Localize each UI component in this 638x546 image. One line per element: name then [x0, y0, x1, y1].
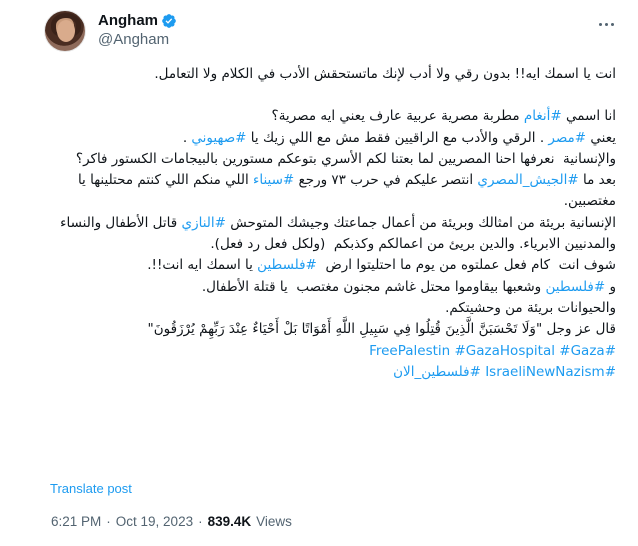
meta-separator: ·	[106, 514, 111, 529]
tweet-text-segment: مطربة مصرية عربية عارف يعني ايه مصرية؟	[271, 108, 524, 125]
tweet-paragraph: والحيوانات بريئة من وحشيتكم.	[44, 298, 616, 319]
hashtag-link[interactable]: #صهيوني	[191, 130, 246, 146]
hashtag-link[interactable]: #فلسطين	[545, 279, 605, 295]
tweet-text-segment: الإنسانية بريئة من امثالك وبريئة من أعما…	[225, 214, 616, 231]
tweet-paragraph: بعد ما #الجيش_المصري انتصر عليكم في حرب …	[44, 170, 616, 213]
views-label: Views	[256, 514, 292, 529]
tweet-text-segment: . الرقي والأدب مع الراقيين فقط مش مع الل…	[246, 129, 549, 146]
views-count: 839.4K	[207, 514, 252, 529]
hashtag-link[interactable]: #فلسطين	[257, 257, 317, 273]
avatar[interactable]	[44, 10, 86, 52]
tweet-text-segment: بعد ما	[578, 172, 616, 189]
tweet-text-segment: وشعبها بيقاوموا محتل غاشم مجنون مغتصب يا…	[201, 278, 546, 295]
tweet-header: Angham @Angham	[44, 10, 624, 54]
tweet-meta: 6:21 PM · Oct 19, 2023 · 839.4K Views	[51, 514, 292, 529]
tweet-paragraph: قال عز وجل "وَلَا تَحْسَبَنَّ الَّذِينَ …	[44, 319, 616, 340]
tweet-text-segment: والحيوانات بريئة من وحشيتكم.	[445, 299, 616, 316]
meta-separator: ·	[198, 514, 203, 529]
tweet-time[interactable]: 6:21 PM	[51, 514, 101, 529]
translate-post-link[interactable]: Translate post	[50, 481, 132, 496]
hashtag-link[interactable]: #سيناء	[253, 172, 294, 188]
tweet-text-segment: قال عز وجل "وَلَا تَحْسَبَنَّ الَّذِينَ …	[147, 321, 616, 338]
author-handle[interactable]: @Angham	[98, 31, 177, 48]
hashtag-link[interactable]: #أنغام	[524, 108, 562, 124]
tweet-date[interactable]: Oct 19, 2023	[116, 514, 193, 529]
tweet-text-segment: يا اسمك ايه انت!!.	[147, 257, 258, 274]
verified-badge-icon	[162, 13, 176, 28]
tweet-paragraph: انا اسمي #أنغام مطربة مصرية عربية عارف ي…	[44, 106, 616, 127]
avatar-face	[57, 20, 75, 42]
tweet-paragraph: والإنسانية نعرفها احنا المصريين لما بعتن…	[44, 149, 616, 170]
name-row: Angham	[98, 12, 177, 29]
hashtag-link[interactable]: #النازي	[182, 215, 226, 231]
tweet-paragraph: #FreePalestin #GazaHospital #Gaza	[44, 341, 616, 362]
display-name[interactable]: Angham	[98, 12, 158, 29]
tweet-text-segment: يعني	[586, 129, 616, 146]
tweet-paragraph: يعني #مصر . الرقي والأدب مع الراقيين فقط…	[44, 128, 616, 149]
tweet-text-segment: انا اسمي	[561, 108, 616, 125]
tweet-paragraph: الإنسانية بريئة من امثالك وبريئة من أعما…	[44, 213, 616, 256]
tweet-text-segment: و	[605, 278, 616, 295]
hashtag-link[interactable]: #الجيش_المصري	[477, 172, 578, 188]
hashtag-link[interactable]: #FreePalestin #GazaHospital #Gaza	[369, 343, 616, 359]
tweet-paragraph: شوف انت كام فعل عملتوه من يوم ما احتليتو…	[44, 255, 616, 276]
tweet-paragraph: #IsraeliNewNazism #فلسطين_الان	[44, 362, 616, 383]
tweet-paragraph: انت يا اسمك ايه!! بدون رقي ولا أدب لإنك …	[44, 64, 616, 85]
tweet-text-segment: والإنسانية نعرفها احنا المصريين لما بعتن…	[75, 150, 616, 167]
more-options-icon[interactable]	[596, 14, 616, 34]
tweet-text-segment: انت يا اسمك ايه!! بدون رقي ولا أدب لإنك …	[154, 66, 616, 82]
hashtag-link[interactable]: #مصر	[548, 130, 586, 146]
author-names: Angham @Angham	[98, 12, 177, 48]
tweet-text: انت يا اسمك ايه!! بدون رقي ولا أدب لإنك …	[44, 64, 616, 383]
tweet-text-segment: انتصر عليكم في حرب ٧٣ ورجع	[294, 172, 478, 189]
tweet-text-segment: شوف انت كام فعل عملتوه من يوم ما احتليتو…	[316, 257, 616, 274]
tweet: Angham @Angham انت يا اسمك ايه!! بدون رق…	[0, 0, 638, 546]
tweet-paragraph: و #فلسطين وشعبها بيقاوموا محتل غاشم مجنو…	[44, 277, 616, 298]
hashtag-link[interactable]: #IsraeliNewNazism #فلسطين_الان	[393, 364, 616, 380]
